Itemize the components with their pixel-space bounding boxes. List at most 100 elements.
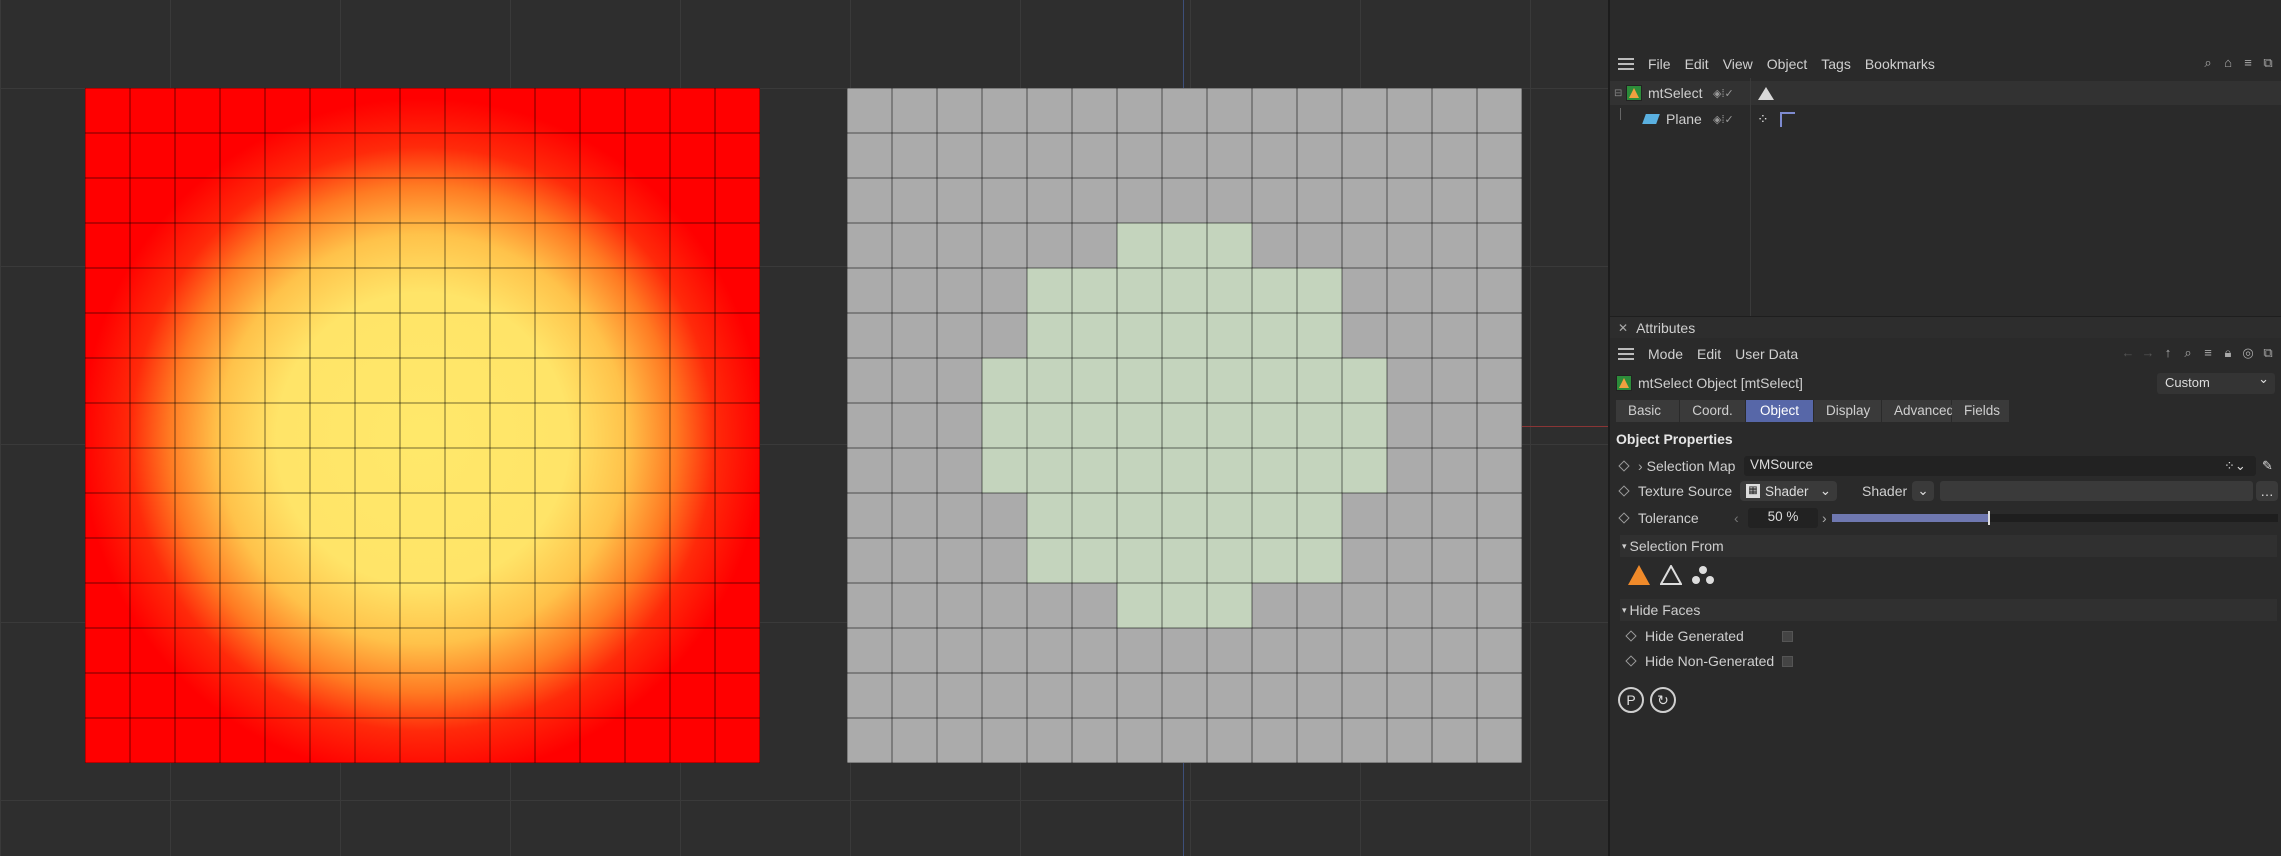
search-icon[interactable]: ⌕ (2201, 56, 2215, 70)
edge-mode-icon[interactable] (1659, 563, 1683, 585)
texture-source-value: Shader (1765, 483, 1809, 499)
checker-shader-icon: ▦ (1746, 484, 1760, 498)
decrement-arrow-icon[interactable]: ‹ (1734, 510, 1739, 526)
tab-coord[interactable]: Coord. (1680, 400, 1746, 422)
close-icon[interactable]: ✕ (1618, 321, 1628, 335)
tab-object[interactable]: Object (1746, 400, 1814, 422)
tab-display[interactable]: Display (1814, 400, 1882, 422)
refresh-icon[interactable]: ↻ (1650, 687, 1676, 713)
tolerance-slider-handle[interactable] (1988, 511, 1991, 525)
section-title: Object Properties (1616, 431, 1733, 447)
menu-view[interactable]: View (1723, 56, 1753, 72)
hide-non-generated-label: Hide Non-Generated (1645, 653, 1775, 669)
texture-source-label: Texture Source (1638, 483, 1733, 499)
selection-map-field[interactable]: VMSource (1744, 456, 2256, 476)
expand-triangle-icon: ▾ (1622, 604, 1627, 615)
more-options-button[interactable]: … (2256, 481, 2278, 501)
pick-icon[interactable]: ✎ (2262, 458, 2273, 474)
layer-visibility-icon[interactable]: ◈⁞✓ (1713, 87, 1734, 100)
menu-object[interactable]: Object (1767, 56, 1807, 72)
hide-non-generated-row: Hide Non-Generated (1610, 649, 2281, 673)
keyframe-diamond-icon[interactable] (1625, 630, 1637, 642)
mtselect-icon (1616, 375, 1632, 391)
expand-chevron-icon[interactable]: › (1638, 458, 1643, 474)
x-axis-line (1521, 426, 1608, 427)
point-mode-icon[interactable] (1691, 565, 1715, 585)
shader-field[interactable] (1940, 481, 2253, 501)
menu-user-data[interactable]: User Data (1735, 346, 1798, 362)
forward-arrow-icon[interactable]: → (2141, 346, 2155, 360)
selection-mode-icons (1628, 563, 1715, 585)
vertex-map-icon: ⁘⌄ (2224, 458, 2246, 473)
tolerance-slider[interactable] (1832, 511, 2278, 525)
selection-tag-icon[interactable] (1780, 111, 1795, 127)
increment-arrow-icon[interactable]: › (1822, 510, 1827, 526)
selection-from-group[interactable]: ▾ Selection From (1620, 535, 2277, 557)
tolerance-slider-fill (1832, 514, 1989, 522)
tab-advanced[interactable]: Advanced (1882, 400, 1954, 422)
grid-line (0, 800, 1608, 801)
collapse-icon[interactable]: ⊟ (1614, 88, 1622, 99)
list-item-plane[interactable]: Plane ◈⁞✓ ⁘ (1610, 107, 2281, 131)
shader-dropdown[interactable]: ⌄ (1912, 481, 1934, 501)
heatmap-plane[interactable] (85, 88, 760, 763)
keyframe-diamond-icon[interactable] (1618, 485, 1630, 497)
python-buttons: P ↻ (1618, 687, 1676, 713)
python-script-icon[interactable]: P (1618, 687, 1644, 713)
tab-fields[interactable]: Fields (1952, 400, 2010, 422)
polygon-grid (85, 88, 760, 763)
grid-line (1530, 0, 1531, 856)
layer-visibility-icon[interactable]: ◈⁞✓ (1713, 113, 1734, 126)
object-name[interactable]: Plane (1666, 111, 1702, 127)
vertex-map-tag-icon[interactable]: ⁘ (1757, 111, 1769, 128)
back-arrow-icon[interactable]: ← (2121, 346, 2135, 360)
up-arrow-icon[interactable]: ↑ (2161, 346, 2175, 360)
hamburger-menu-icon[interactable] (1618, 348, 1634, 360)
polygon-selection-tag-icon[interactable] (1758, 86, 1774, 100)
texture-source-row: Texture Source ▦ Shader ⌄ Shader ⌄ … (1610, 479, 2281, 503)
hide-generated-label: Hide Generated (1645, 628, 1744, 644)
object-list: ⊟ mtSelect ◈⁞✓ Plane ◈⁞✓ ⁘ (1610, 78, 2281, 316)
hide-generated-row: Hide Generated (1610, 624, 2281, 648)
keyframe-diamond-icon[interactable] (1625, 655, 1637, 667)
plane-icon (1642, 114, 1660, 124)
attributes-nav-tools: ← → ↑ ⌕ ≡ 🔒︎ ◎ ⧉ (2115, 346, 2275, 360)
tolerance-row: Tolerance ‹ 50 % › (1610, 506, 2281, 530)
hamburger-menu-icon[interactable] (1618, 58, 1634, 70)
lock-icon[interactable]: 🔒︎ (2221, 346, 2235, 360)
hide-generated-checkbox[interactable] (1782, 630, 1793, 642)
shader-label: Shader (1862, 483, 1908, 499)
3d-viewport[interactable] (0, 0, 1608, 856)
list-item-mtselect[interactable]: ⊟ mtSelect ◈⁞✓ (1610, 81, 2281, 105)
filter-icon[interactable]: ≡ (2241, 56, 2255, 70)
menu-edit[interactable]: Edit (1697, 346, 1721, 362)
search-icon[interactable]: ⌕ (2181, 346, 2195, 360)
selection-plane[interactable] (847, 88, 1522, 763)
tolerance-field[interactable]: 50 % (1748, 508, 1818, 528)
home-icon[interactable]: ⌂ (2221, 56, 2235, 70)
new-window-icon[interactable]: ⧉ (2261, 56, 2275, 70)
tab-basic[interactable]: Basic (1616, 400, 1680, 422)
keyframe-diamond-icon[interactable] (1618, 512, 1630, 524)
menu-edit[interactable]: Edit (1685, 56, 1709, 72)
tolerance-label: Tolerance (1638, 510, 1699, 526)
keyframe-diamond-icon[interactable] (1618, 460, 1630, 472)
menu-bookmarks[interactable]: Bookmarks (1865, 56, 1935, 72)
menu-file[interactable]: File (1648, 56, 1671, 72)
target-icon[interactable]: ◎ (2241, 346, 2255, 360)
hide-faces-group[interactable]: ▾ Hide Faces (1620, 599, 2277, 621)
expand-triangle-icon: ▾ (1622, 540, 1627, 551)
menu-mode[interactable]: Mode (1648, 346, 1683, 362)
hide-non-generated-checkbox[interactable] (1782, 655, 1793, 667)
filter-icon[interactable]: ≡ (2201, 346, 2215, 360)
layout-dropdown[interactable]: Custom (2157, 371, 2275, 394)
menu-tags[interactable]: Tags (1821, 56, 1851, 72)
attributes-title: Attributes (1636, 319, 1696, 336)
object-manager-tools: ⌕ ⌂ ≡ ⧉ (2195, 56, 2275, 70)
polygon-mode-icon[interactable] (1628, 565, 1650, 585)
new-window-icon[interactable]: ⧉ (2261, 346, 2275, 360)
selection-map-row: › Selection Map VMSource ⁘⌄ ✎ (1610, 454, 2281, 478)
object-name[interactable]: mtSelect (1648, 85, 1702, 101)
hierarchy-line (1620, 108, 1644, 120)
texture-source-dropdown[interactable]: ▦ Shader ⌄ (1740, 481, 1837, 501)
